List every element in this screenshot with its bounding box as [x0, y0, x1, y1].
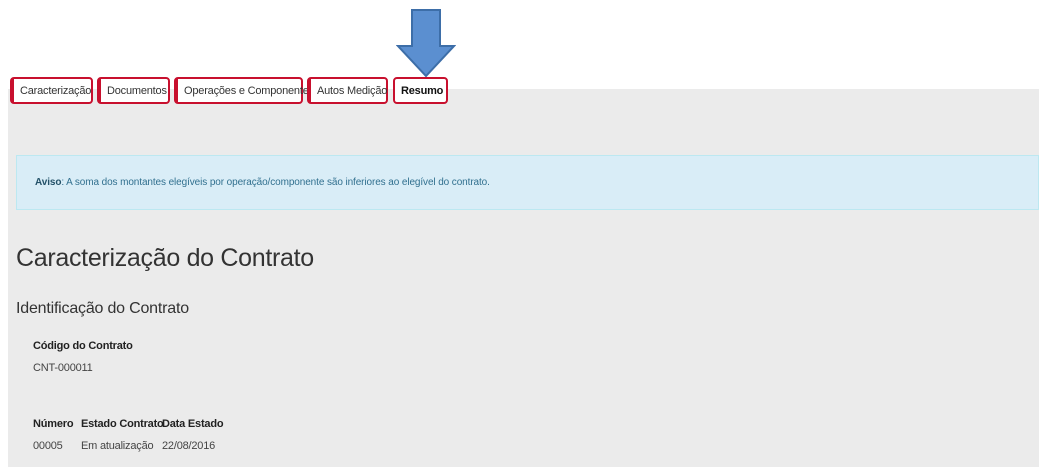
numero-value: 00005 — [33, 440, 63, 452]
tab-caracterizacao[interactable]: Caracterização — [10, 77, 93, 104]
tab-resumo[interactable]: Resumo — [393, 77, 448, 104]
section-title: Identificação do Contrato — [16, 300, 189, 317]
tab-label: Documentos — [107, 84, 167, 97]
estado-contrato-label: Estado Contrato — [81, 418, 164, 430]
data-estado-value: 22/08/2016 — [162, 440, 216, 452]
alert-message: : A soma dos montantes elegíveis por ope… — [61, 177, 490, 188]
tab-label: Caracterização — [20, 84, 92, 97]
down-arrow-icon — [396, 9, 456, 78]
tab-label: Autos Medição — [317, 84, 388, 97]
tab-label: Operações e Componentes — [184, 84, 314, 97]
tab-autos-medicao[interactable]: Autos Medição — [307, 77, 388, 104]
codigo-contrato-label: Código do Contrato — [33, 340, 133, 352]
numero-label: Número — [33, 418, 74, 430]
estado-contrato-value: Em atualização — [81, 440, 154, 452]
tab-label: Resumo — [401, 84, 444, 97]
warning-alert: Aviso: A soma dos montantes elegíveis po… — [16, 155, 1039, 210]
codigo-contrato-value: CNT-000011 — [33, 362, 93, 374]
tab-documentos[interactable]: Documentos — [97, 77, 170, 104]
alert-prefix: Aviso — [35, 177, 62, 188]
data-estado-label: Data Estado — [162, 418, 224, 430]
page-title: Caracterização do Contrato — [16, 244, 314, 272]
content-panel — [8, 89, 1039, 467]
tab-operacoes-componentes[interactable]: Operações e Componentes — [174, 77, 314, 104]
